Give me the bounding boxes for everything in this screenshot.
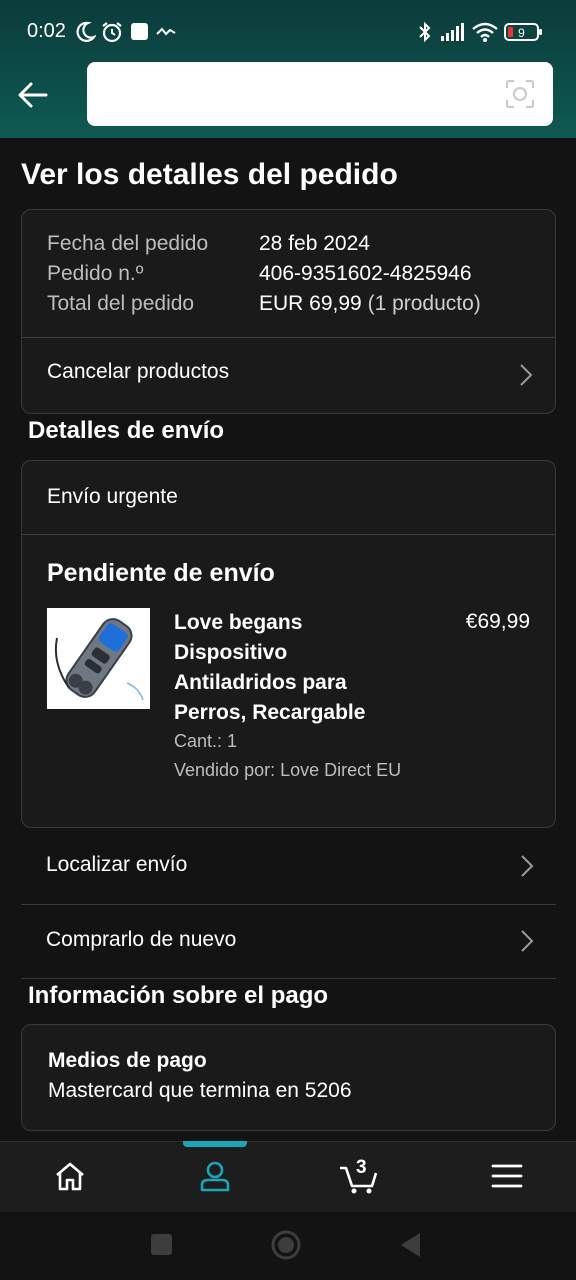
payment-section-title: Información sobre el pago (28, 982, 329, 1009)
cancel-products-label: Cancelar productos (47, 360, 230, 383)
product-device-image (47, 608, 150, 709)
cancel-products-row[interactable]: Cancelar productos (22, 338, 555, 414)
payment-card-text: Mastercard que termina en 5206 (48, 1079, 352, 1102)
track-shipment-label: Localizar envío (46, 853, 188, 876)
payment-card: Medios de pago Mastercard que termina en… (21, 1024, 556, 1131)
account-icon[interactable] (195, 1156, 235, 1196)
order-summary-card: Fecha del pedido 28 feb 2024 Pedido n.º … (21, 209, 556, 414)
moon-icon (76, 21, 96, 42)
recents-button[interactable] (150, 1230, 174, 1260)
arrow-left-icon[interactable] (16, 78, 50, 112)
shipping-method: Envío urgente (47, 485, 178, 508)
menu-icon[interactable] (487, 1156, 527, 1196)
chevron-right-icon (521, 855, 534, 877)
search-input[interactable] (103, 62, 493, 126)
camera-scan-icon[interactable] (505, 79, 535, 109)
activity-icon (156, 27, 176, 36)
signal-icon (441, 23, 464, 41)
shipping-section-title: Detalles de envío (28, 417, 225, 444)
active-tab-indicator (183, 1141, 247, 1147)
shipping-status: Pendiente de envío (47, 559, 275, 587)
chevron-right-icon (521, 930, 534, 952)
product-name[interactable]: Love begans Dispositivo Antiladridos par… (174, 608, 414, 728)
order-number-label: Pedido n.º (47, 262, 144, 285)
search-bar[interactable] (87, 62, 553, 126)
order-date-value: 28 feb 2024 (259, 232, 370, 255)
order-date-label: Fecha del pedido (47, 232, 209, 255)
status-bar: 0:02 9 (0, 0, 576, 62)
order-total-amount: EUR 69,99 (259, 292, 362, 315)
battery-level: 9 (518, 26, 525, 40)
order-total-qty: (1 producto) (367, 292, 481, 315)
product-image[interactable] (47, 608, 150, 709)
home-button[interactable] (270, 1230, 302, 1260)
product-price: €69,99 (465, 610, 530, 633)
square-icon (131, 23, 148, 40)
wifi-icon (472, 22, 498, 42)
buy-again-row[interactable]: Comprarlo de nuevo (21, 904, 556, 978)
cart-count: 3 (356, 1157, 367, 1178)
bluetooth-icon (419, 21, 431, 43)
order-number-value: 406-9351602-4825946 (259, 262, 472, 285)
order-total-value: EUR 69,99 (1 producto) (259, 292, 481, 316)
battery-icon: 9 (504, 23, 542, 41)
order-total-label: Total del pedido (47, 292, 195, 315)
buy-again-label: Comprarlo de nuevo (46, 928, 237, 951)
divider (22, 534, 555, 535)
product-seller: Vendido por: Love Direct EU (174, 760, 402, 780)
track-shipment-row[interactable]: Localizar envío (21, 829, 556, 903)
back-button[interactable] (398, 1230, 422, 1260)
shipping-card: Envío urgente Pendiente de envío Love be… (21, 460, 556, 828)
divider (21, 978, 556, 979)
home-icon[interactable] (50, 1156, 90, 1196)
chevron-right-icon (520, 364, 533, 386)
product-quantity: Cant.: 1 (174, 731, 238, 751)
page-title: Ver los detalles del pedido (21, 158, 398, 191)
status-time: 0:02 (27, 20, 66, 42)
payment-methods-label: Medios de pago (48, 1049, 207, 1072)
alarm-icon (102, 22, 122, 43)
